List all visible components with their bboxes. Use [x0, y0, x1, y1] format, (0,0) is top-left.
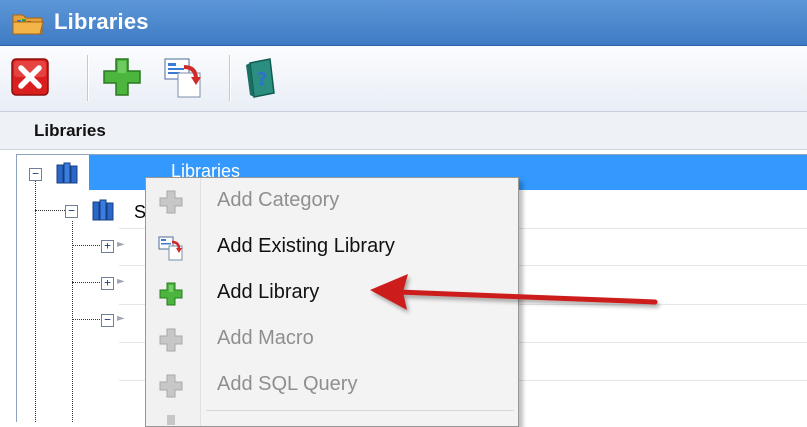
arrow-icon: ►: [117, 239, 125, 250]
expand-icon[interactable]: +: [101, 240, 114, 253]
menu-separator: [206, 410, 514, 411]
library-books-icon: [92, 199, 114, 221]
arrow-icon: ►: [117, 276, 125, 287]
collapse-icon[interactable]: −: [65, 205, 78, 218]
toolbar-separator: [87, 55, 88, 101]
tree-connector: [35, 210, 67, 211]
plus-gray-icon: [159, 328, 183, 352]
tree-connector: [72, 282, 104, 283]
menu-item-add-macro[interactable]: Add Macro: [146, 317, 518, 362]
tree-connector: [35, 181, 36, 422]
help-button[interactable]: ?: [240, 55, 284, 99]
libraries-section-header: Libraries: [0, 112, 807, 150]
plus-gray-icon: [159, 374, 183, 398]
close-button[interactable]: [8, 55, 52, 99]
plus-green-icon: [159, 282, 183, 306]
green-plus-icon: [103, 58, 141, 96]
menu-item-add-category[interactable]: Add Category: [146, 179, 518, 224]
tree-connector: [72, 319, 104, 320]
arrow-icon: ►: [117, 313, 125, 324]
menu-item-label: Add SQL Query: [217, 373, 358, 395]
section-header-label: Libraries: [34, 121, 106, 140]
menu-item-add-sql-query[interactable]: Add SQL Query: [146, 363, 518, 408]
toolbar-separator: [229, 55, 230, 101]
annotation-arrow: [370, 274, 658, 310]
library-books-icon: [56, 162, 78, 184]
add-button[interactable]: [100, 55, 144, 99]
help-book-icon: ?: [246, 58, 275, 98]
title-bar: Libraries: [0, 0, 807, 46]
svg-text:?: ?: [257, 69, 267, 90]
import-icon: [164, 58, 201, 98]
plus-gray-icon: [159, 190, 183, 214]
toolbar: ?: [0, 46, 807, 112]
menu-item-label: Add Category: [217, 189, 340, 211]
window-title: Libraries: [54, 9, 149, 34]
menu-item-label: Add Macro: [217, 327, 314, 349]
tree-connector: [72, 245, 104, 246]
expand-icon[interactable]: +: [101, 277, 114, 290]
plus-gray-icon: [167, 415, 175, 425]
menu-item-label: Add Library: [217, 281, 320, 303]
menu-item-label: Add Existing Library: [217, 235, 395, 257]
add-existing-button[interactable]: [160, 55, 204, 99]
tree-connector: [72, 221, 73, 422]
collapse-icon[interactable]: −: [29, 168, 42, 181]
folder-books-icon: [12, 14, 44, 35]
collapse-icon[interactable]: −: [101, 314, 114, 327]
red-x-icon: [11, 58, 49, 96]
import-icon: [158, 236, 183, 261]
menu-item-add-existing-library[interactable]: Add Existing Library: [146, 225, 518, 270]
